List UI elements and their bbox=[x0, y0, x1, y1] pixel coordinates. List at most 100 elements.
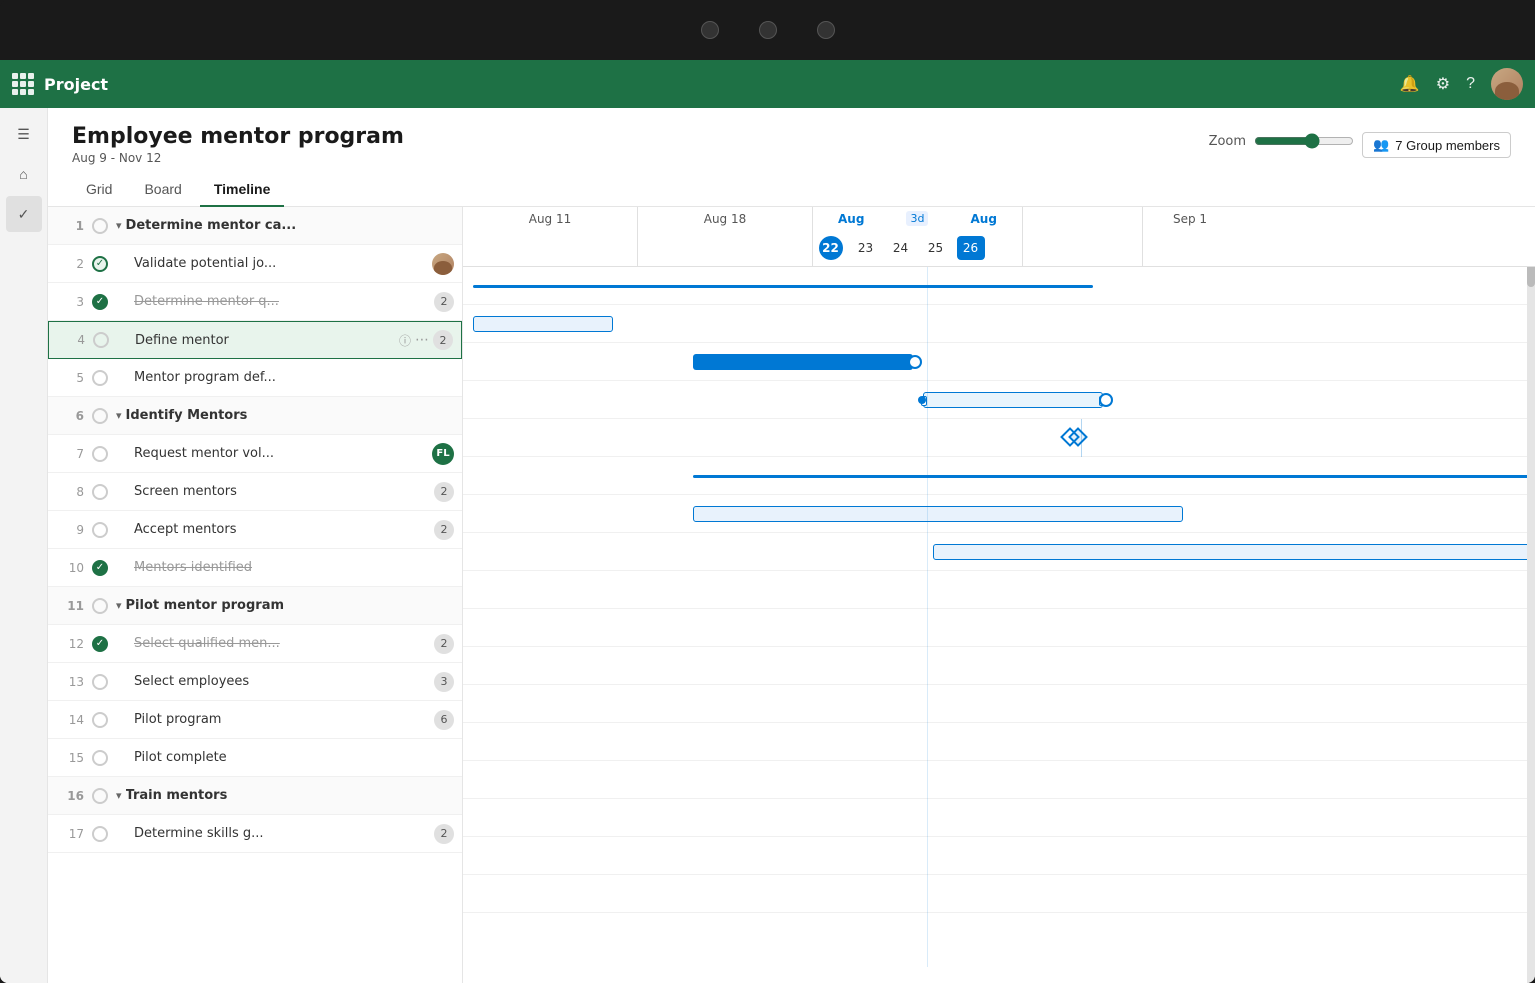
badge: 2 bbox=[434, 482, 454, 502]
zoom-label: Zoom bbox=[1209, 134, 1246, 149]
gantt-row-14 bbox=[463, 761, 1535, 799]
bar-1 bbox=[473, 285, 1093, 288]
badge: 3 bbox=[434, 672, 454, 692]
gantt-row-10 bbox=[463, 609, 1535, 647]
table-row: 10 ✓ Mentors identified bbox=[48, 549, 462, 587]
connector-dot-4 bbox=[918, 396, 926, 404]
day-24: 24 bbox=[893, 241, 908, 255]
table-row: 6 ▾ Identify Mentors bbox=[48, 397, 462, 435]
week-label-aug2: Aug bbox=[971, 212, 997, 226]
tab-board[interactable]: Board bbox=[130, 173, 195, 207]
zoom-controls: Zoom bbox=[1209, 133, 1354, 157]
task-list: 1 ▾ Determine mentor ca... 2 ✓ Validate … bbox=[48, 207, 463, 983]
project-dates: Aug 9 - Nov 12 bbox=[72, 151, 404, 165]
bar-2 bbox=[473, 316, 613, 332]
notification-icon[interactable]: 🔔 bbox=[1400, 74, 1420, 94]
zoom-slider[interactable] bbox=[1254, 133, 1354, 149]
project-title: Employee mentor program bbox=[72, 124, 404, 149]
content-area: Employee mentor program Aug 9 - Nov 12 Z… bbox=[48, 108, 1535, 983]
table-row: 14 Pilot program 6 bbox=[48, 701, 462, 739]
table-row: 16 ▾ Train mentors bbox=[48, 777, 462, 815]
badge: 2 bbox=[433, 330, 453, 350]
gantt-area: Aug 11 Aug 18 bbox=[463, 207, 1535, 983]
settings-icon[interactable]: ⚙ bbox=[1436, 74, 1450, 94]
gantt-row-13 bbox=[463, 723, 1535, 761]
badge: 2 bbox=[434, 824, 454, 844]
project-nav: Grid Board Timeline bbox=[72, 173, 1511, 206]
app-header: Project 🔔 ⚙ ? bbox=[0, 60, 1535, 108]
app-title: Project bbox=[44, 75, 1390, 94]
hamburger-button[interactable]: ☰ bbox=[6, 116, 42, 152]
scroll-indicator[interactable] bbox=[1527, 207, 1535, 983]
table-row: 5 Mentor program def... bbox=[48, 359, 462, 397]
day-26: 26 bbox=[957, 236, 985, 260]
group-members-button[interactable]: 👥 7 Group members bbox=[1362, 132, 1511, 158]
table-row: 1 ▾ Determine mentor ca... bbox=[48, 207, 462, 245]
gantt-row-17 bbox=[463, 875, 1535, 913]
group-members-icon: 👥 bbox=[1373, 137, 1389, 153]
table-row: 7 Request mentor vol... FL bbox=[48, 435, 462, 473]
check-button[interactable]: ✓ bbox=[6, 196, 42, 232]
gantt-row-2 bbox=[463, 305, 1535, 343]
table-row: 15 Pilot complete bbox=[48, 739, 462, 777]
more-icon[interactable]: ⋯ bbox=[415, 332, 429, 348]
badge: 2 bbox=[434, 520, 454, 540]
chevron-icon: ▾ bbox=[116, 219, 122, 232]
main-layout: ☰ ⌂ ✓ Employee mentor program Aug 9 - No… bbox=[0, 108, 1535, 983]
user-avatar[interactable] bbox=[1491, 68, 1523, 100]
os-dot bbox=[701, 21, 719, 39]
table-row: 3 ✓ Determine mentor q... 2 bbox=[48, 283, 462, 321]
bar-8 bbox=[933, 544, 1535, 560]
table-row: 8 Screen mentors 2 bbox=[48, 473, 462, 511]
day-25: 25 bbox=[928, 241, 943, 255]
timeline-area: 1 ▾ Determine mentor ca... 2 ✓ Validate … bbox=[48, 207, 1535, 983]
day-23: 23 bbox=[858, 241, 873, 255]
bar-7 bbox=[693, 506, 1183, 522]
avatar bbox=[432, 253, 454, 275]
os-bar-dots bbox=[701, 21, 835, 39]
vline-5 bbox=[1081, 419, 1082, 457]
os-bar bbox=[0, 0, 1535, 60]
table-row: 13 Select employees 3 bbox=[48, 663, 462, 701]
gantt-row-9 bbox=[463, 571, 1535, 609]
table-row: 12 ✓ Select qualified men... 2 bbox=[48, 625, 462, 663]
day-22: 22 bbox=[819, 236, 843, 260]
chevron-icon: ▾ bbox=[116, 789, 122, 802]
gantt-row-7 bbox=[463, 495, 1535, 533]
circle-4 bbox=[1099, 393, 1113, 407]
badge: 2 bbox=[434, 292, 454, 312]
left-rail: ☰ ⌂ ✓ bbox=[0, 108, 48, 983]
week-label-sep1: Sep 1 bbox=[1173, 212, 1207, 226]
gantt-date-header: Aug 11 Aug 18 bbox=[463, 207, 1535, 267]
gantt-row-4[interactable] bbox=[463, 381, 1535, 419]
table-row: 9 Accept mentors 2 bbox=[48, 511, 462, 549]
info-icon[interactable]: ⓘ bbox=[399, 332, 411, 349]
milestone-3 bbox=[908, 355, 922, 369]
chevron-icon: ▾ bbox=[116, 599, 122, 612]
project-header: Employee mentor program Aug 9 - Nov 12 Z… bbox=[48, 108, 1535, 207]
table-row: 17 Determine skills g... 2 bbox=[48, 815, 462, 853]
group-members-label: 7 Group members bbox=[1395, 138, 1500, 153]
week-label-aug18: Aug 18 bbox=[704, 212, 747, 226]
table-row: 2 ✓ Validate potential jo... bbox=[48, 245, 462, 283]
bar-4[interactable] bbox=[923, 392, 1103, 408]
help-icon[interactable]: ? bbox=[1466, 75, 1475, 93]
bar-6 bbox=[693, 475, 1535, 478]
home-button[interactable]: ⌂ bbox=[6, 156, 42, 192]
tab-grid[interactable]: Grid bbox=[72, 173, 126, 207]
gantt-row-15 bbox=[463, 799, 1535, 837]
gantt-row-12 bbox=[463, 685, 1535, 723]
gantt-body bbox=[463, 267, 1535, 967]
gantt-row-11 bbox=[463, 647, 1535, 685]
apps-icon[interactable] bbox=[12, 73, 34, 95]
week-label-aug-hl: Aug bbox=[838, 212, 864, 226]
table-row[interactable]: 4 Define mentor ⓘ ⋯ 2 bbox=[48, 321, 462, 359]
app: Project 🔔 ⚙ ? ☰ ⌂ ✓ bbox=[0, 60, 1535, 983]
header-icons: 🔔 ⚙ ? bbox=[1400, 68, 1523, 100]
3d-badge: 3d bbox=[906, 211, 928, 226]
gantt-row-16 bbox=[463, 837, 1535, 875]
chevron-icon: ▾ bbox=[116, 409, 122, 422]
table-row: 11 ▾ Pilot mentor program bbox=[48, 587, 462, 625]
os-dot bbox=[759, 21, 777, 39]
tab-timeline[interactable]: Timeline bbox=[200, 173, 285, 207]
